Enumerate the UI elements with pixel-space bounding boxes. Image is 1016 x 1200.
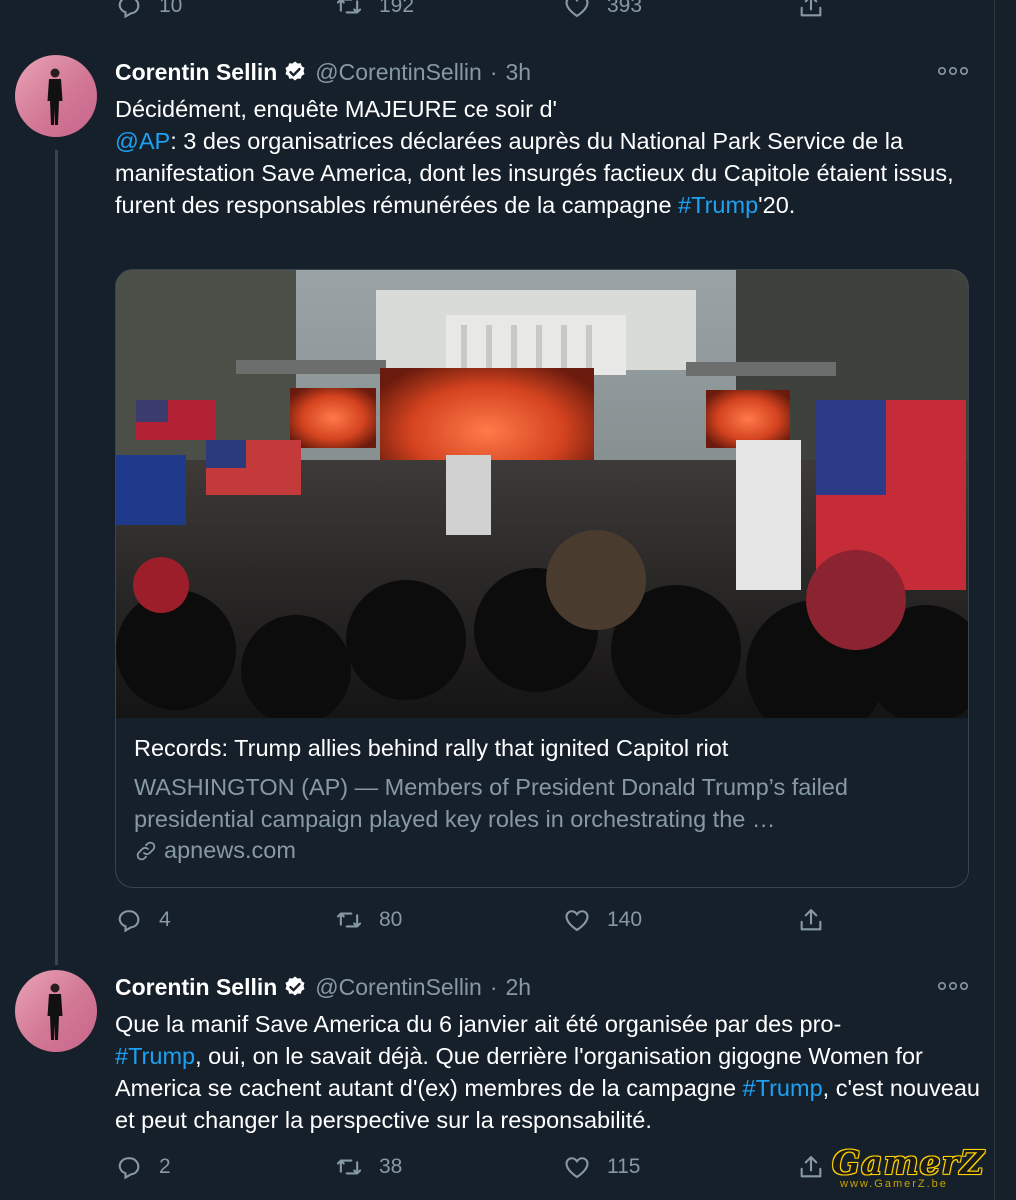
link-card[interactable]: Records: Trump allies behind rally that …: [115, 269, 969, 888]
reply-icon: [118, 1157, 140, 1180]
reply-button[interactable]: 10: [115, 0, 182, 26]
like-icon: [565, 0, 589, 18]
mention-link[interactable]: @AP: [115, 128, 170, 154]
like-count: 393: [607, 0, 643, 17]
avatar-figure-icon: [47, 983, 63, 1040]
tweet-text: Que la manif Save America du 6 janvier a…: [115, 1008, 985, 1136]
text-segment: Décidément, enquête MAJEURE ce soir d': [115, 96, 558, 122]
tweet-text: Décidément, enquête MAJEURE ce soir d' @…: [115, 93, 985, 221]
retweet-button[interactable]: 192: [335, 0, 414, 26]
reply-count: 2: [159, 1155, 171, 1178]
like-button[interactable]: 115: [563, 1147, 640, 1187]
text-segment: : 3 des organisatrices déclarées auprès …: [115, 128, 954, 218]
tweet-header: Corentin Sellin @CorentinSellin · 2h: [115, 970, 531, 1004]
previous-tweet-actions: 10 192 393: [0, 0, 1016, 26]
reply-button[interactable]: 2: [115, 1147, 171, 1187]
meta-separator: ·: [489, 973, 498, 1000]
retweet-button[interactable]: 80: [335, 900, 402, 940]
tweet-1-actions: 4 80 140: [0, 900, 1016, 940]
link-icon: [136, 841, 156, 860]
card-title: Records: Trump allies behind rally that …: [134, 735, 729, 761]
retweet-count: 38: [379, 1155, 403, 1178]
retweet-button[interactable]: 38: [335, 1147, 402, 1187]
hashtag-link[interactable]: #Trump: [743, 1075, 823, 1101]
meta-separator: ·: [489, 58, 498, 85]
tweet-time[interactable]: 3h: [506, 59, 532, 86]
author-handle[interactable]: @CorentinSellin: [315, 59, 482, 86]
share-icon: [800, 1156, 822, 1178]
author-name[interactable]: Corentin Sellin: [115, 59, 277, 86]
like-icon: [565, 1157, 589, 1179]
text-segment: '20.: [758, 192, 796, 218]
verified-icon: [285, 61, 305, 81]
reply-icon: [118, 910, 140, 933]
thread-connector: [55, 150, 58, 965]
share-button[interactable]: [797, 0, 825, 26]
like-icon: [565, 910, 589, 932]
verified-icon: [285, 976, 305, 996]
card-domain: apnews.com: [134, 837, 296, 864]
share-button[interactable]: [797, 900, 825, 940]
retweet-icon: [336, 1159, 362, 1175]
tweet-time[interactable]: 2h: [506, 974, 532, 1001]
like-count: 115: [607, 1155, 641, 1178]
hashtag-link[interactable]: #Trump: [678, 192, 758, 218]
retweet-count: 80: [379, 908, 403, 931]
reply-count: 4: [159, 908, 171, 931]
like-button[interactable]: 140: [563, 900, 642, 940]
card-image: [116, 270, 968, 718]
tweet-header: Corentin Sellin @CorentinSellin · 3h: [115, 55, 531, 89]
reply-icon: [118, 0, 140, 19]
more-icon[interactable]: [936, 61, 970, 81]
retweet-count: 192: [379, 0, 415, 17]
retweet-icon: [336, 0, 362, 14]
avatar[interactable]: [15, 970, 97, 1052]
share-icon: [800, 909, 822, 931]
share-button[interactable]: [797, 1147, 825, 1187]
timeline-border: [994, 0, 995, 1200]
more-icon[interactable]: [936, 976, 970, 996]
share-icon: [800, 0, 822, 17]
text-segment: Que la manif Save America du 6 janvier a…: [115, 1011, 842, 1037]
avatar-figure-icon: [47, 68, 63, 125]
watermark-url: www.GamerZ.be: [840, 1178, 948, 1190]
like-count: 140: [607, 908, 643, 931]
like-button[interactable]: 393: [563, 0, 642, 26]
retweet-icon: [336, 912, 362, 928]
author-name[interactable]: Corentin Sellin: [115, 974, 277, 1001]
reply-count: 10: [159, 0, 183, 17]
avatar[interactable]: [15, 55, 97, 137]
hashtag-link[interactable]: #Trump: [115, 1043, 195, 1069]
author-handle[interactable]: @CorentinSellin: [315, 974, 482, 1001]
watermark-logo: GamerZ: [832, 1143, 985, 1182]
card-description: WASHINGTON (AP) — Members of President D…: [134, 774, 848, 832]
reply-button[interactable]: 4: [115, 900, 171, 940]
card-domain-text: apnews.com: [164, 837, 296, 863]
